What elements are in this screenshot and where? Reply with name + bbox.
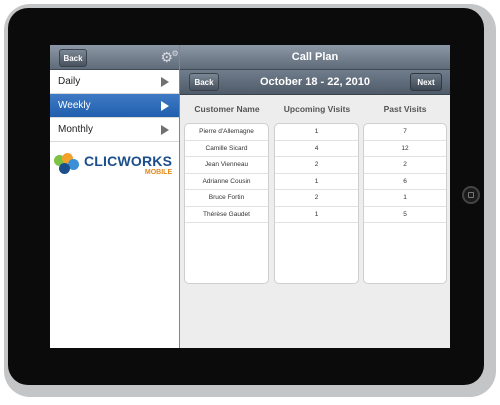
- logo-mark-icon: [54, 153, 82, 177]
- table-cell-upcoming[interactable]: 2: [275, 190, 358, 207]
- sidebar-item-label: Monthly: [58, 124, 94, 135]
- table-cell-past[interactable]: 5: [364, 207, 446, 223]
- sidebar-item-weekly[interactable]: Weekly: [50, 94, 179, 118]
- sidebar-back-button[interactable]: Back: [59, 49, 87, 67]
- column-header-past: Past Visits: [383, 104, 427, 114]
- app-screen: Back ⚙ ⚙ Daily Weekly Monthly CLICWORKS M: [50, 45, 450, 348]
- upcoming-visits-column: 1 4 2 1 2 1: [274, 123, 359, 284]
- gear-icon[interactable]: ⚙ ⚙: [160, 49, 178, 65]
- column-header-upcoming: Upcoming Visits: [283, 104, 351, 114]
- clicworks-logo: CLICWORKS MOBILE: [54, 149, 176, 181]
- date-range-label: October 18 - 22, 2010: [259, 76, 371, 88]
- table-cell-past[interactable]: 6: [364, 174, 446, 190]
- table-cell-name[interactable]: Camille Sicard: [185, 141, 268, 157]
- sidebar-item-label: Weekly: [58, 100, 91, 111]
- past-visits-column: 7 12 2 6 1 5: [363, 123, 447, 284]
- table-cell-upcoming[interactable]: 2: [275, 157, 358, 174]
- table-cell-past[interactable]: 1: [364, 190, 446, 207]
- sidebar-toolbar: Back ⚙ ⚙: [50, 45, 179, 70]
- sidebar-item-daily[interactable]: Daily: [50, 70, 179, 94]
- customer-name-column: Pierre d'Allemagne Camille Sicard Jean V…: [184, 123, 269, 284]
- sidebar: Back ⚙ ⚙ Daily Weekly Monthly CLICWORKS M: [50, 45, 180, 348]
- table-cell-past[interactable]: 12: [364, 141, 446, 157]
- sidebar-item-monthly[interactable]: Monthly: [50, 118, 179, 142]
- triangle-right-icon: [161, 125, 169, 135]
- page-title: Call Plan: [180, 45, 450, 70]
- table-cell-upcoming[interactable]: 4: [275, 141, 358, 157]
- triangle-right-icon: [161, 101, 169, 111]
- date-back-button[interactable]: Back: [189, 73, 219, 91]
- table-cell-name[interactable]: Adrianne Cousin: [185, 174, 268, 190]
- table-cell-upcoming[interactable]: 1: [275, 207, 358, 223]
- table-cell-name[interactable]: Thérèse Gaudet: [185, 207, 268, 223]
- sidebar-item-label: Daily: [58, 76, 81, 87]
- column-header-customer: Customer Name: [194, 104, 260, 114]
- main-panel: Call Plan Back October 18 - 22, 2010 Nex…: [180, 45, 450, 348]
- table-cell-upcoming[interactable]: 1: [275, 174, 358, 190]
- table-cell-past[interactable]: 7: [364, 124, 446, 141]
- table-cell-name[interactable]: Pierre d'Allemagne: [185, 124, 268, 141]
- table-cell-upcoming[interactable]: 1: [275, 124, 358, 141]
- home-button-icon[interactable]: [462, 186, 480, 204]
- logo-main-text: CLICWORKS: [84, 153, 173, 169]
- table-cell-name[interactable]: Jean Vienneau: [185, 157, 268, 174]
- table-cell-past[interactable]: 2: [364, 157, 446, 174]
- date-next-button[interactable]: Next: [410, 73, 442, 91]
- table-cell-name[interactable]: Bruce Fortin: [185, 190, 268, 207]
- triangle-right-icon: [161, 77, 169, 87]
- logo-sub-text: MOBILE: [144, 169, 173, 176]
- date-navigation-bar: Back October 18 - 22, 2010 Next: [180, 70, 450, 95]
